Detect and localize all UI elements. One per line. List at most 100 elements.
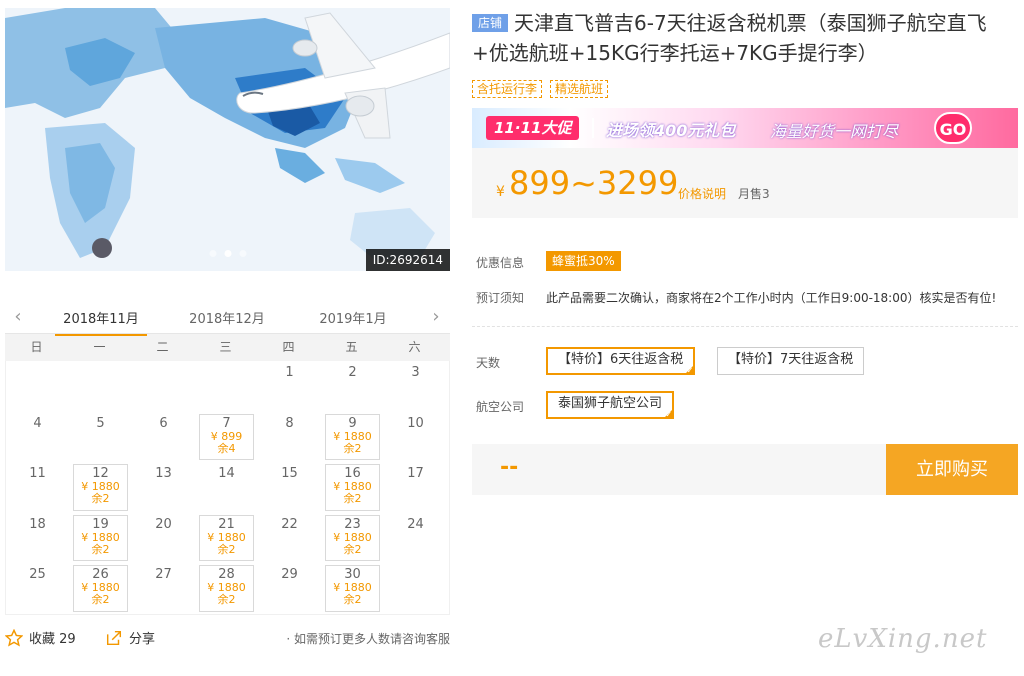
seats-remaining: 余2 [91, 492, 110, 506]
weekday-label: 一 [93, 340, 106, 354]
discount-label: 优惠信息 [476, 256, 525, 270]
month-tab-2018-12[interactable]: 2018年12月 [181, 308, 273, 327]
calendar-day[interactable]: 21 ¥ 1880 余2 [195, 513, 258, 564]
calendar-empty-cell [132, 361, 195, 412]
calendar-day: 4 [6, 412, 69, 463]
share-icon [106, 630, 122, 645]
day-number: 20 [155, 516, 172, 532]
day-price: ¥ 1880 [333, 530, 372, 544]
calendar-empty-cell [195, 361, 258, 412]
calendar-month-nav: ‹ 2018年11月 2018年12月 2019年1月 › [5, 300, 450, 336]
day-number: 7 [222, 415, 231, 431]
share-button[interactable]: 分享 [105, 628, 155, 647]
discount-badge: 蜂蜜抵30% [546, 251, 621, 271]
days-label: 天数 [476, 356, 501, 370]
day-number: 6 [159, 415, 168, 431]
day-number: 2 [348, 365, 357, 380]
calendar-day[interactable]: 16 ¥ 1880 余2 [321, 462, 384, 513]
weekday-label: 六 [408, 340, 421, 354]
calendar-day[interactable]: 23 ¥ 1880 余2 [321, 513, 384, 564]
day-price: ¥ 1880 [81, 530, 120, 544]
option-airline[interactable]: 泰国狮子航空公司 [546, 391, 675, 420]
month-tab-2019-01[interactable]: 2019年1月 [307, 308, 399, 327]
day-number: 26 [92, 567, 109, 583]
promo-badge: 11·11大促 [486, 116, 580, 140]
purchase-bar: -- 立即购买 [472, 444, 1018, 495]
day-price: ¥ 1880 [207, 530, 246, 544]
month-tab-2018-11[interactable]: 2018年11月 [55, 308, 147, 336]
shop-tag[interactable]: 店铺 [472, 14, 509, 32]
calendar-day: 2 [321, 361, 384, 412]
calendar-day: 10 [384, 412, 447, 463]
day-number: 4 [33, 415, 42, 431]
day-number: 16 [344, 466, 361, 482]
calendar-day[interactable]: 28 ¥ 1880 余2 [195, 563, 258, 614]
calendar-day: 17 [384, 462, 447, 513]
day-number: 19 [92, 516, 109, 532]
calendar-day: 1 [258, 361, 321, 412]
product-tags: 含托运行李 精选航班 [472, 80, 609, 98]
calendar-weekday-header: 日 一 二 三 四 五 六 [5, 334, 450, 361]
calendar-empty-cell [69, 361, 132, 412]
price-explanation-link[interactable]: 价格说明 [678, 185, 726, 202]
calendar-day[interactable]: 9 ¥ 1880 余2 [321, 412, 384, 463]
seats-remaining: 余2 [343, 441, 362, 455]
calendar-day: 3 [384, 361, 447, 412]
option-6-days[interactable]: 【特价】6天往返含税 [546, 347, 696, 376]
calendar-day[interactable]: 30 ¥ 1880 余2 [321, 563, 384, 614]
day-number: 11 [29, 466, 46, 482]
chevron-right-icon[interactable]: › [428, 306, 444, 327]
seats-remaining: 余2 [91, 542, 110, 556]
calendar-day: 11 [6, 462, 69, 513]
day-number: 21 [218, 516, 235, 532]
price-panel: ¥ 899~3299 价格说明 月售3 [472, 148, 1018, 218]
calendar-day[interactable]: 26 ¥ 1880 余2 [69, 563, 132, 614]
seats-remaining: 余2 [217, 593, 236, 607]
seats-remaining: 余4 [217, 441, 236, 455]
day-number: 23 [344, 516, 361, 532]
product-actions: 收藏 29 分享 · 如需预订更多人数请咨询客服 [5, 626, 450, 650]
calendar-day: 24 [384, 513, 447, 564]
day-number: 27 [155, 567, 172, 583]
day-number: 28 [218, 567, 235, 583]
seats-remaining: 余2 [343, 492, 362, 506]
calendar-grid: 1 2 3 4 5 6 7 ¥ 899 余4 8 9 ¥ 1880 余2 10 11 12 ¥ 1880 余2 13… [5, 361, 450, 615]
calendar-day: 14 [195, 462, 258, 513]
day-number: 8 [285, 415, 294, 431]
section-divider [472, 326, 1018, 327]
carousel-dot[interactable] [209, 250, 216, 257]
day-price: ¥ 899 [210, 429, 243, 443]
calendar-day[interactable]: 7 ¥ 899 余4 [195, 412, 258, 463]
seats-remaining: 余2 [217, 542, 236, 556]
day-number: 14 [218, 466, 235, 482]
day-number: 15 [281, 466, 298, 482]
seats-remaining: 余2 [343, 542, 362, 556]
product-hero-image[interactable]: ID:2692614 [5, 8, 450, 271]
carousel-dot[interactable] [239, 250, 246, 257]
product-title: 店铺 天津直飞普吉6-7天往返含税机票（泰国狮子航空直飞+优选航班+15KG行李托… [472, 8, 1017, 68]
promo-go-button[interactable]: GO [934, 112, 972, 144]
favorite-button[interactable]: 收藏 29 [5, 628, 76, 647]
product-title-text: 天津直飞普吉6-7天往返含税机票（泰国狮子航空直飞+优选航班+15KG行李托运+… [472, 11, 987, 65]
promo-banner[interactable]: 11·11大促 进场领400元礼包 海量好货一网打尽 GO [472, 108, 1018, 148]
product-tag: 含托运行李 [472, 80, 543, 98]
weekday-label: 二 [156, 340, 169, 354]
booking-notice-label: 预订须知 [476, 291, 525, 305]
weekday-label: 日 [30, 340, 43, 354]
day-number: 17 [407, 466, 424, 482]
carousel-dot-active[interactable] [224, 250, 231, 257]
calendar-day[interactable]: 19 ¥ 1880 余2 [69, 513, 132, 564]
calendar-day: 8 [258, 412, 321, 463]
day-number: 3 [411, 365, 420, 380]
calendar-day: 20 [132, 513, 195, 564]
day-number: 29 [281, 567, 298, 583]
option-7-days[interactable]: 【特价】7天往返含税 [717, 347, 865, 375]
monthly-sales: 月售3 [738, 187, 770, 201]
share-label: 分享 [129, 632, 156, 647]
calendar-day: 25 [6, 563, 69, 614]
site-watermark: eLvXing.net [818, 624, 988, 654]
buy-now-button[interactable]: 立即购买 [886, 444, 1018, 495]
calendar-day[interactable]: 12 ¥ 1880 余2 [69, 462, 132, 513]
chevron-left-icon[interactable]: ‹ [10, 306, 26, 327]
day-number: 10 [407, 415, 424, 431]
